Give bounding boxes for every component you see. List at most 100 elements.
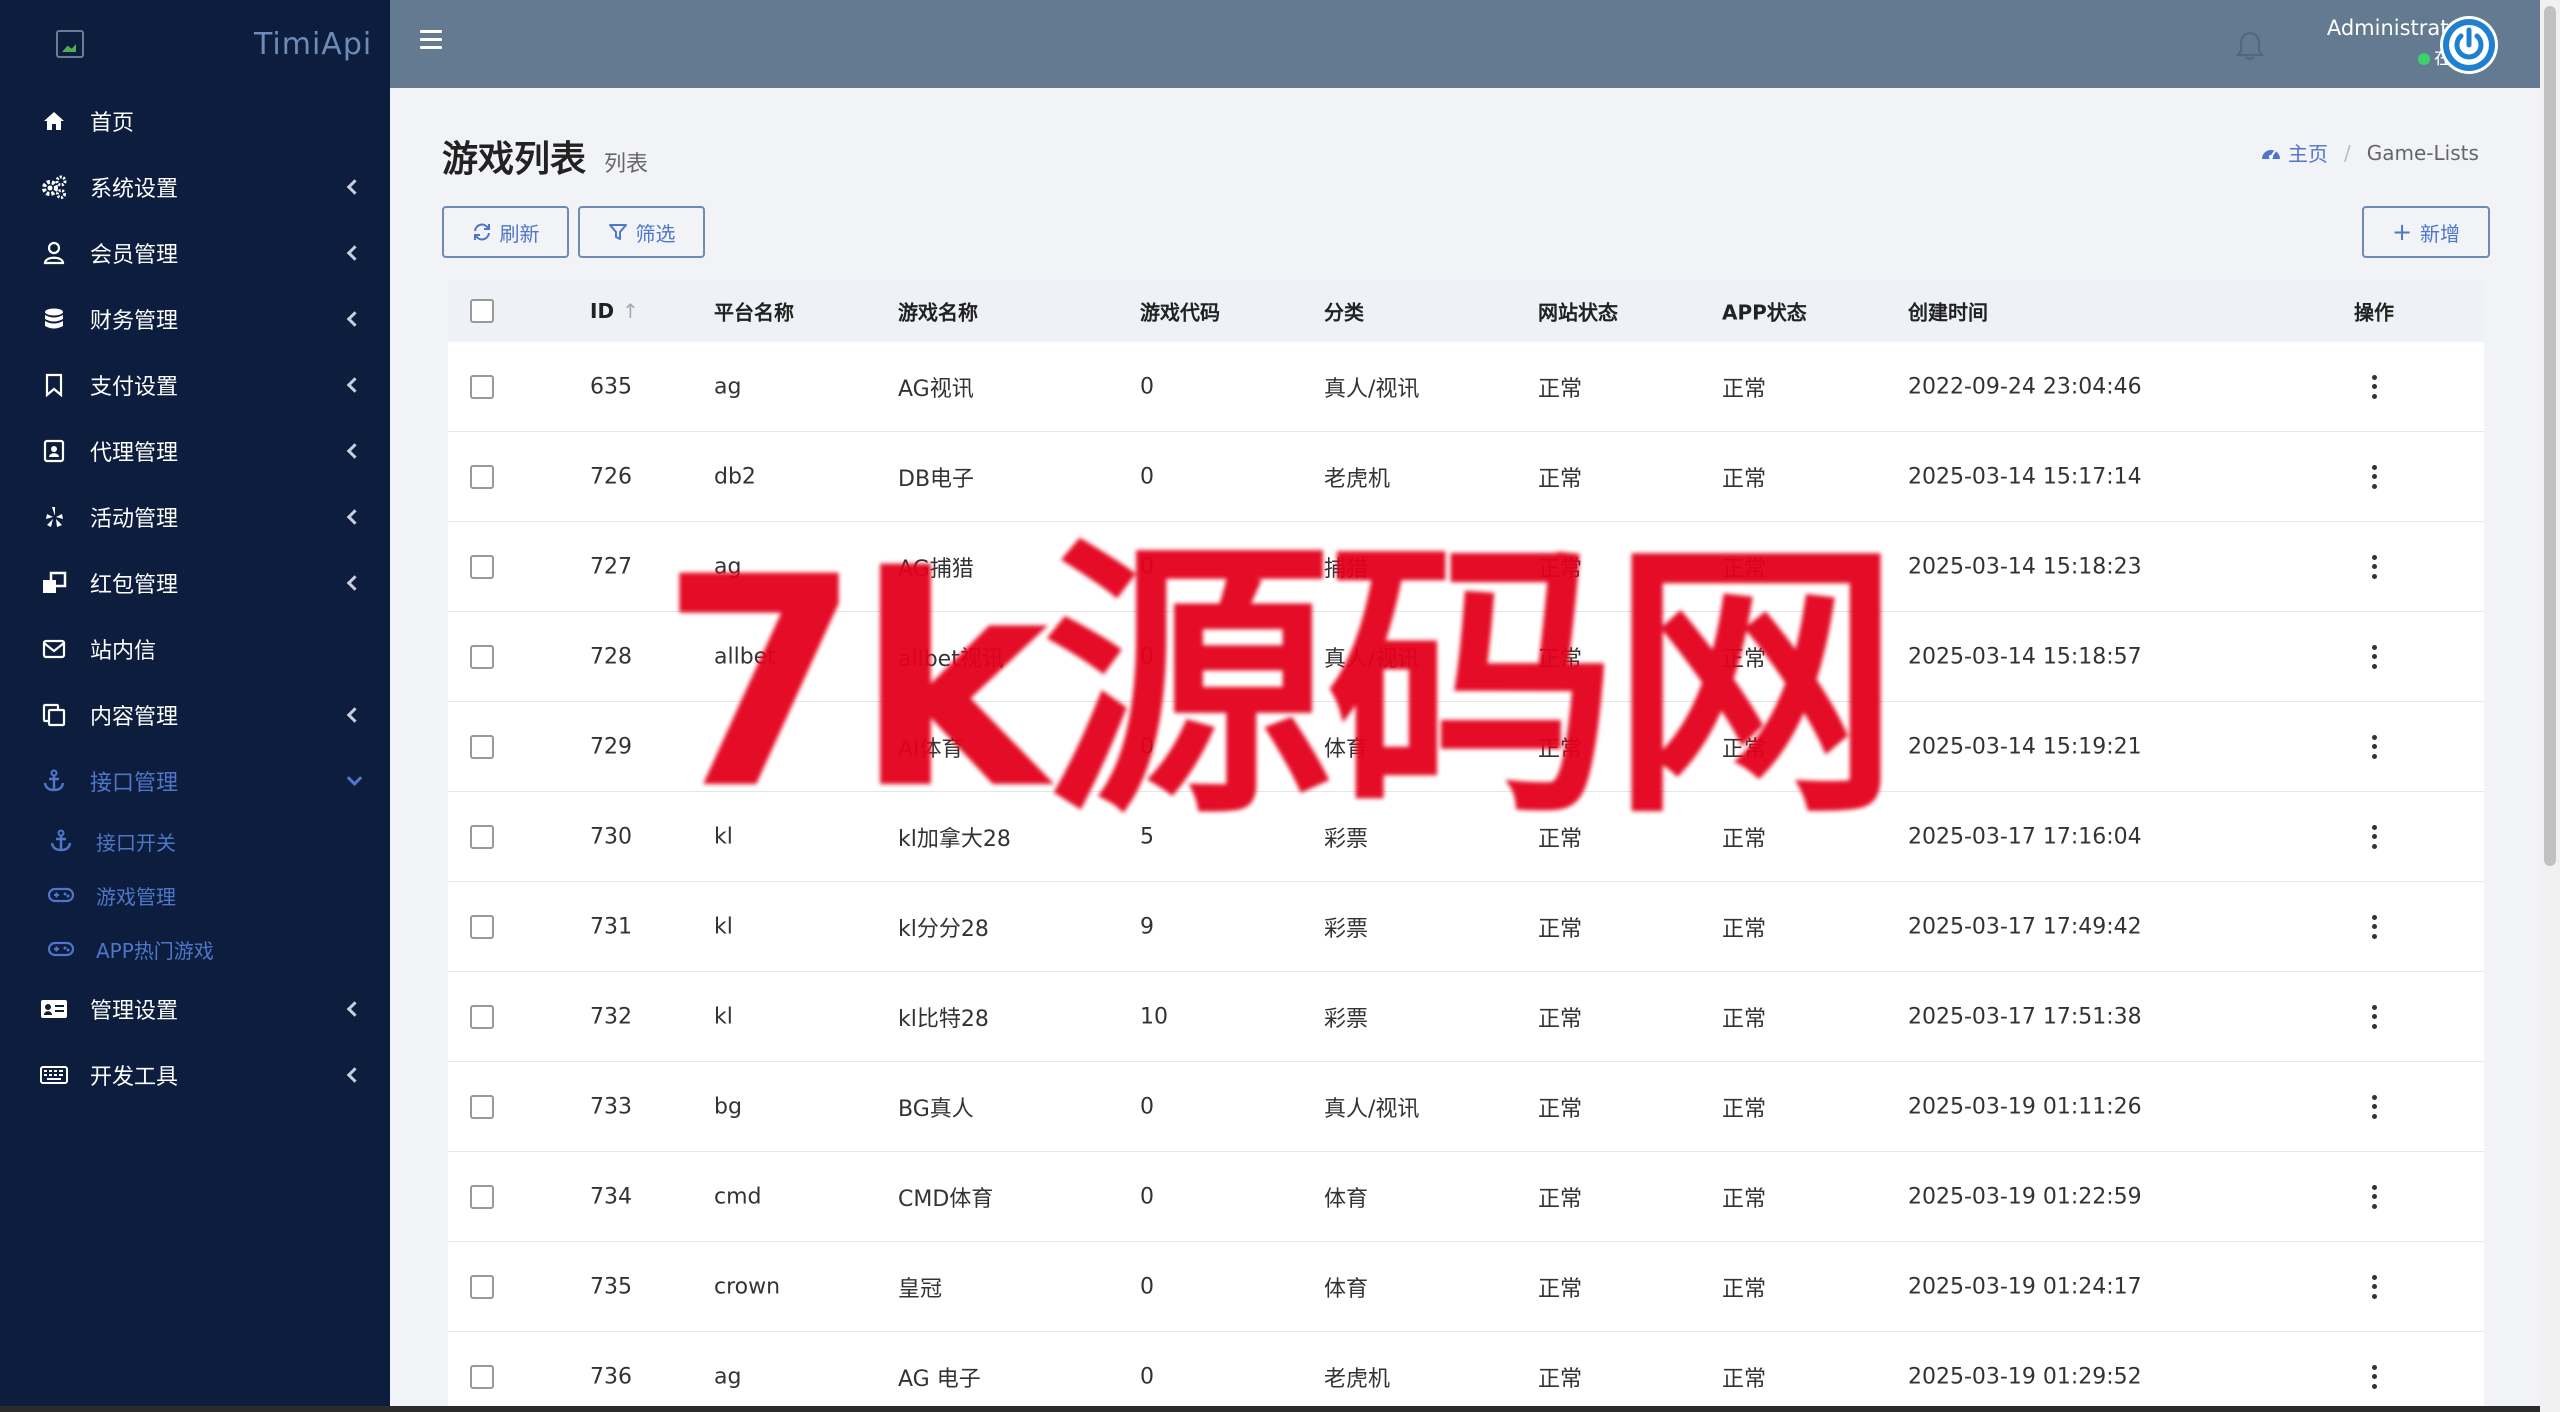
sidebar-item-4[interactable]: 支付设置 bbox=[0, 352, 390, 418]
row-created-at: 2025-03-17 17:49:42 bbox=[1908, 914, 2142, 939]
sort-arrow-icon: ↑ bbox=[622, 299, 639, 323]
sidebar-item-11[interactable]: 管理设置 bbox=[0, 976, 390, 1042]
row-game-code: 0 bbox=[1140, 734, 1154, 759]
row-category: 捕猎 bbox=[1324, 556, 1369, 582]
table-row[interactable]: 731 kl kl分分28 9 彩票 正常 正常 2025-03-17 17:49:42 bbox=[448, 882, 2484, 972]
row-game-code: 0 bbox=[1140, 1184, 1154, 1209]
table-row[interactable]: 733 bg BG真人 0 真人/视讯 正常 正常 2025-03-19 01:11:26 bbox=[448, 1062, 2484, 1152]
row-app-status: 正常 bbox=[1722, 826, 1767, 852]
row-actions-menu-icon[interactable] bbox=[2370, 1004, 2378, 1029]
row-platform: ag bbox=[714, 374, 742, 399]
table-row[interactable]: 727 ag AG捕猎 0 捕猎 正常 正常 2025-03-14 15:18:23 bbox=[448, 522, 2484, 612]
row-platform: ag bbox=[714, 554, 742, 579]
avatar[interactable] bbox=[2440, 16, 2498, 74]
submenu-item-0[interactable]: 接口开关 bbox=[0, 814, 390, 868]
table-row[interactable]: 729 AI体育 0 体育 正常 正常 2025-03-14 15:19:21 bbox=[448, 702, 2484, 792]
sidebar-item-7[interactable]: 红包管理 bbox=[0, 550, 390, 616]
row-id: 727 bbox=[590, 554, 632, 579]
row-checkbox[interactable] bbox=[470, 1274, 494, 1299]
col-id[interactable]: ID ↑ bbox=[590, 299, 639, 323]
row-id: 730 bbox=[590, 824, 632, 849]
row-actions-menu-icon[interactable] bbox=[2370, 464, 2378, 489]
row-actions-menu-icon[interactable] bbox=[2370, 1094, 2378, 1119]
row-category: 彩票 bbox=[1324, 826, 1369, 852]
table-row[interactable]: 734 cmd CMD体育 0 体育 正常 正常 2025-03-19 01:22:59 bbox=[448, 1152, 2484, 1242]
row-actions-menu-icon[interactable] bbox=[2370, 644, 2378, 669]
add-button[interactable]: + 新增 bbox=[2362, 206, 2490, 258]
row-checkbox[interactable] bbox=[470, 914, 494, 939]
row-checkbox[interactable] bbox=[470, 1364, 494, 1389]
sidebar-item-12[interactable]: 开发工具 bbox=[0, 1042, 390, 1108]
row-actions-menu-icon[interactable] bbox=[2370, 554, 2378, 579]
row-checkbox[interactable] bbox=[470, 734, 494, 759]
col-app-status: APP状态 bbox=[1722, 300, 1807, 325]
table-row[interactable]: 728 allbet allbet视讯 0 真人/视讯 正常 正常 2025-03-14 15… bbox=[448, 612, 2484, 702]
breadcrumb-home[interactable]: 主页 bbox=[2260, 138, 2328, 167]
submenu-item-label: 接口开关 bbox=[96, 830, 176, 855]
row-checkbox[interactable] bbox=[470, 1184, 494, 1209]
submenu-item-2[interactable]: APP热门游戏 bbox=[0, 922, 390, 976]
row-checkbox[interactable] bbox=[470, 1004, 494, 1029]
menu-toggle-icon[interactable] bbox=[420, 30, 442, 50]
row-actions-menu-icon[interactable] bbox=[2370, 1274, 2378, 1299]
row-game-code: 9 bbox=[1140, 914, 1154, 939]
row-game-code: 0 bbox=[1140, 1364, 1154, 1389]
row-app-status: 正常 bbox=[1722, 1186, 1767, 1212]
row-platform: allbet bbox=[714, 644, 776, 669]
row-checkbox[interactable] bbox=[470, 1094, 494, 1119]
chevron-left-icon bbox=[346, 311, 363, 327]
row-category: 老虎机 bbox=[1324, 466, 1391, 492]
row-actions-menu-icon[interactable] bbox=[2370, 1364, 2378, 1389]
row-created-at: 2025-03-19 01:29:52 bbox=[1908, 1364, 2142, 1389]
row-checkbox[interactable] bbox=[470, 824, 494, 849]
row-actions-menu-icon[interactable] bbox=[2370, 734, 2378, 759]
row-actions-menu-icon[interactable] bbox=[2370, 374, 2378, 399]
row-checkbox[interactable] bbox=[470, 464, 494, 489]
row-actions-menu-icon[interactable] bbox=[2370, 1184, 2378, 1209]
filter-button[interactable]: 筛选 bbox=[578, 206, 705, 258]
sidebar-item-1[interactable]: 系统设置 bbox=[0, 154, 390, 220]
table-row[interactable]: 735 crown 皇冠 0 体育 正常 正常 2025-03-19 01:24:17 bbox=[448, 1242, 2484, 1332]
table-row[interactable]: 726 db2 DB电子 0 老虎机 正常 正常 2025-03-14 15:17:14 bbox=[448, 432, 2484, 522]
sidebar-item-0[interactable]: 首页 bbox=[0, 88, 390, 154]
table-row[interactable]: 736 ag AG 电子 0 老虎机 正常 正常 2025-03-19 01:29:52 bbox=[448, 1332, 2484, 1412]
row-id: 728 bbox=[590, 644, 632, 669]
copy-icon bbox=[40, 701, 68, 729]
table-row[interactable]: 635 ag AG视讯 0 真人/视讯 正常 正常 2022-09-24 23:04:46 bbox=[448, 342, 2484, 432]
sidebar-item-5[interactable]: 代理管理 bbox=[0, 418, 390, 484]
submenu-item-1[interactable]: 游戏管理 bbox=[0, 868, 390, 922]
top-bar: Administrator 在线 bbox=[390, 0, 2540, 88]
sidebar-item-2[interactable]: 会员管理 bbox=[0, 220, 390, 286]
row-game-name: AG视讯 bbox=[898, 376, 974, 402]
row-checkbox[interactable] bbox=[470, 644, 494, 669]
row-checkbox[interactable] bbox=[470, 374, 494, 399]
sidebar-item-8[interactable]: 站内信 bbox=[0, 616, 390, 682]
brand[interactable]: TimiApi bbox=[0, 0, 390, 88]
sidebar-item-3[interactable]: 财务管理 bbox=[0, 286, 390, 352]
select-all-checkbox[interactable] bbox=[470, 299, 494, 323]
table-row[interactable]: 732 kl kl比特28 10 彩票 正常 正常 2025-03-17 17:51:38 bbox=[448, 972, 2484, 1062]
row-created-at: 2025-03-17 17:51:38 bbox=[1908, 1004, 2142, 1029]
sidebar-item-6[interactable]: 活动管理 bbox=[0, 484, 390, 550]
refresh-button[interactable]: 刷新 bbox=[442, 206, 569, 258]
row-created-at: 2025-03-19 01:24:17 bbox=[1908, 1274, 2142, 1299]
row-id: 732 bbox=[590, 1004, 632, 1029]
sidebar-item-label: 站内信 bbox=[90, 639, 157, 664]
table-row[interactable]: 730 kl kl加拿大28 5 彩票 正常 正常 2025-03-17 17:16:04 bbox=[448, 792, 2484, 882]
row-game-code: 0 bbox=[1140, 1094, 1154, 1119]
row-category: 老虎机 bbox=[1324, 1366, 1391, 1392]
row-app-status: 正常 bbox=[1722, 1276, 1767, 1302]
row-platform: kl bbox=[714, 824, 733, 849]
bell-icon[interactable] bbox=[2235, 30, 2265, 62]
sidebar-item-9[interactable]: 内容管理 bbox=[0, 682, 390, 748]
row-created-at: 2025-03-17 17:16:04 bbox=[1908, 824, 2142, 849]
sidebar-item-10[interactable]: 接口管理 bbox=[0, 748, 390, 814]
row-actions-menu-icon[interactable] bbox=[2370, 824, 2378, 849]
col-game-code: 游戏代码 bbox=[1140, 300, 1220, 325]
scrollbar-thumb[interactable] bbox=[2544, 6, 2556, 866]
row-id: 731 bbox=[590, 914, 632, 939]
row-web-status: 正常 bbox=[1538, 1096, 1583, 1122]
sidebar-menu: 首页 系统设置 会员管理 财务管理 支付设置 代理管理 活动管理 红包管理站内信内容管理 接口管… bbox=[0, 88, 390, 1108]
row-checkbox[interactable] bbox=[470, 554, 494, 579]
row-actions-menu-icon[interactable] bbox=[2370, 914, 2378, 939]
